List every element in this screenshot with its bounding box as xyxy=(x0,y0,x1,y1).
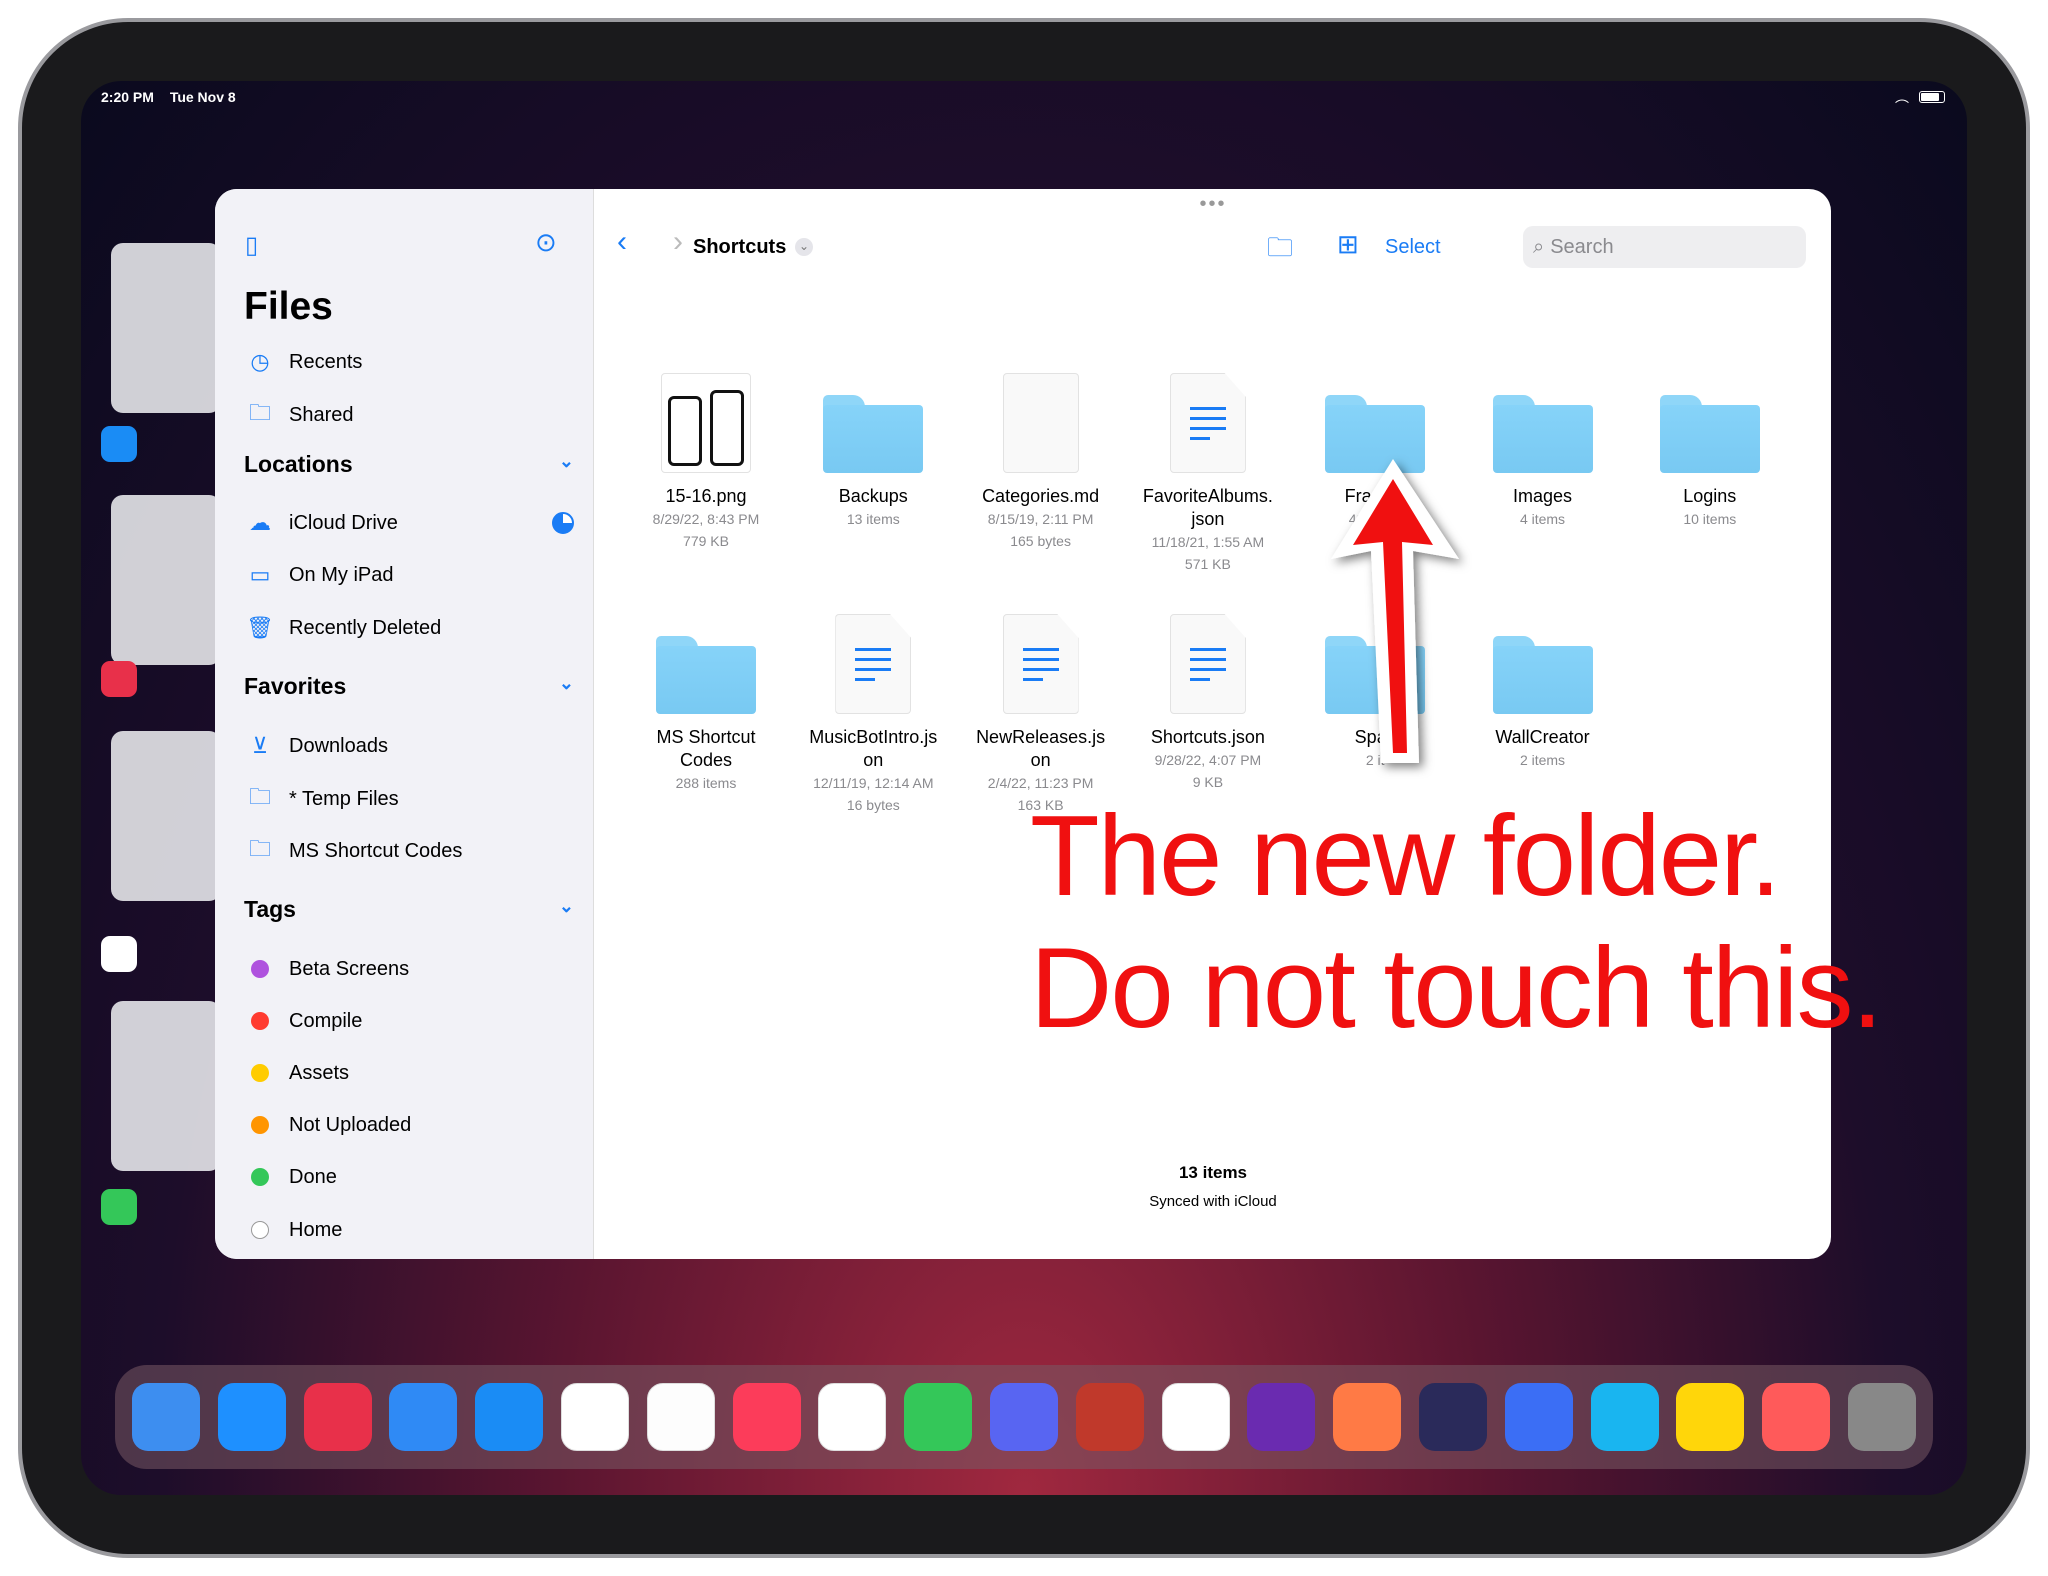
dock-app-bookmarks-icon[interactable] xyxy=(303,1383,372,1451)
dock-app-cloud-icon[interactable] xyxy=(1075,1383,1144,1451)
dock-app-safari-icon[interactable] xyxy=(217,1383,286,1451)
dock-app-folder-icon[interactable] xyxy=(1848,1383,1916,1451)
dock-app-screenshot-icon[interactable] xyxy=(1762,1383,1831,1451)
dock-app-reminders-icon[interactable] xyxy=(561,1383,629,1451)
dock-app-shortcuts-icon[interactable] xyxy=(1419,1383,1487,1451)
annotation-arrow xyxy=(1331,459,1459,763)
dock-app-messages-icon[interactable] xyxy=(904,1383,973,1451)
dock-app-fingerprint-icon[interactable] xyxy=(1247,1383,1316,1451)
dock-app-music-icon[interactable] xyxy=(732,1383,801,1451)
dock-app-mail-icon[interactable] xyxy=(389,1383,458,1451)
dock-app-notes-icon[interactable] xyxy=(646,1383,715,1451)
ipad-screen: 2:20 PM Tue Nov 8 ︵ ▯ ⊙ Files ◷ Recents 🗀… xyxy=(81,81,1967,1495)
annotation-line-2: Do not touch this. xyxy=(1030,925,1883,1052)
dock-app-bot-icon[interactable] xyxy=(1504,1383,1573,1451)
dock-app-photos-icon[interactable] xyxy=(818,1383,887,1451)
dock-app-discord-icon[interactable] xyxy=(990,1383,1058,1451)
dock xyxy=(115,1365,1933,1469)
annotation-line-1: The new folder. xyxy=(1030,793,1781,920)
dock-app-finder-icon[interactable] xyxy=(132,1383,200,1451)
dock-app-scriptable-icon[interactable] xyxy=(1590,1383,1659,1451)
dock-app-app-store-icon[interactable] xyxy=(475,1383,544,1451)
dock-app-obsidian-icon[interactable] xyxy=(1161,1383,1230,1451)
dock-app-timer-icon[interactable] xyxy=(1333,1383,1402,1451)
dock-app-clock-icon[interactable] xyxy=(1676,1383,1745,1451)
